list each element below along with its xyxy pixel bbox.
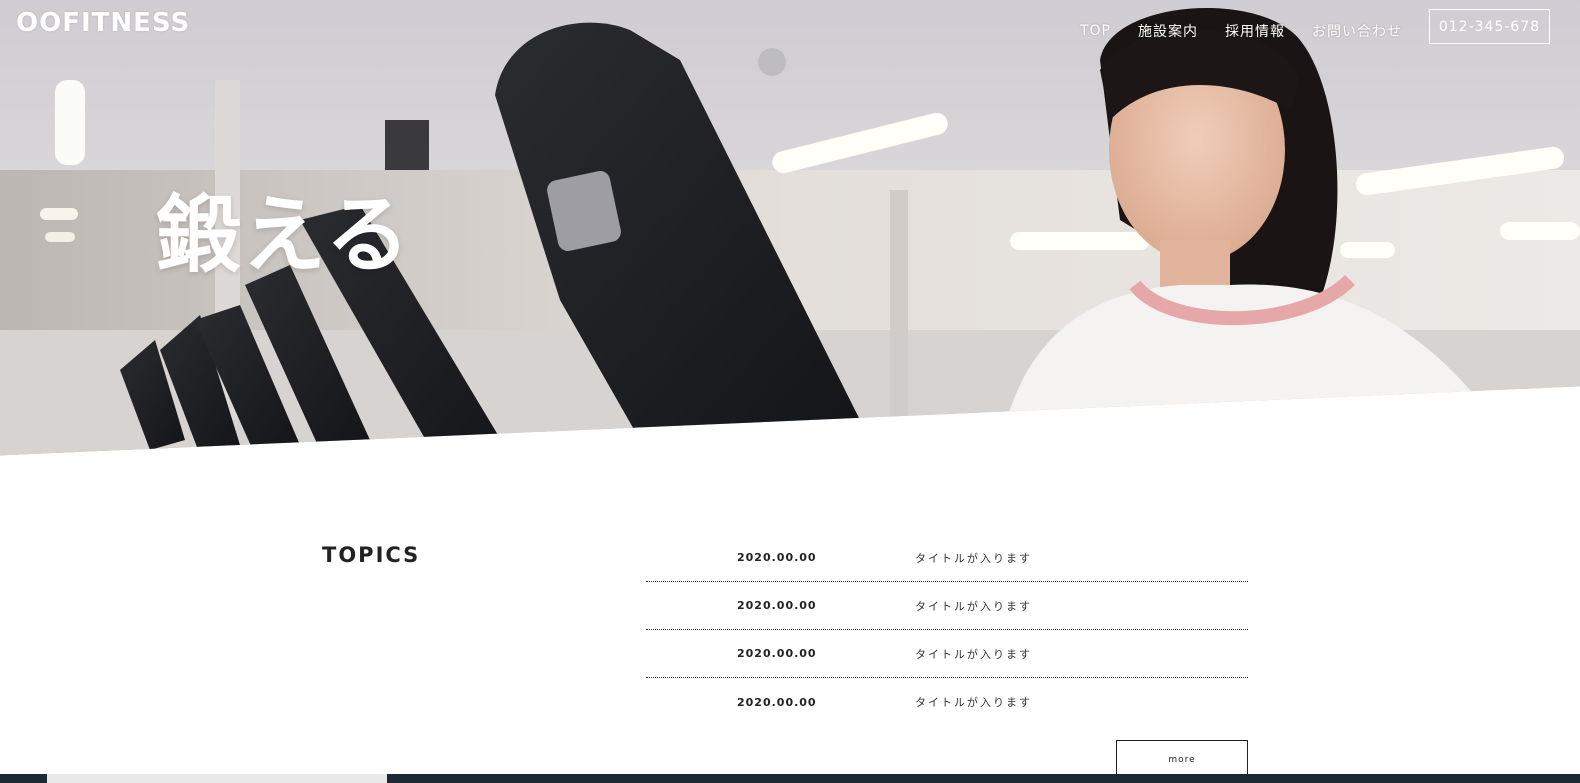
page: OOFITNESS TOP 施設案内 採用情報 お問い合わせ 012-345-6…: [0, 0, 1580, 783]
topics-list: 2020.00.00 タイトルが入ります 2020.00.00 タイトルが入りま…: [646, 534, 1248, 726]
topic-date: 2020.00.00: [737, 551, 817, 564]
hero-section: OOFITNESS TOP 施設案内 採用情報 お問い合わせ 012-345-6…: [0, 0, 1580, 456]
hero-catchcopy: 鍛える: [156, 186, 412, 284]
topic-title: タイトルが入ります: [915, 696, 1032, 709]
global-nav: TOP 施設案内 採用情報 お問い合わせ 012-345-678: [1080, 9, 1550, 44]
next-section-edge: [0, 774, 1580, 783]
topic-date: 2020.00.00: [737, 695, 817, 709]
topic-title: タイトルが入ります: [915, 551, 1032, 565]
topic-date: 2020.00.00: [737, 599, 817, 612]
topic-date: 2020.00.00: [737, 647, 817, 660]
topic-title: タイトルが入ります: [915, 647, 1032, 661]
topic-title: タイトルが入ります: [915, 599, 1032, 613]
topic-item[interactable]: 2020.00.00 タイトルが入ります: [646, 678, 1248, 726]
topic-item[interactable]: 2020.00.00 タイトルが入ります: [646, 534, 1248, 582]
nav-contact[interactable]: お問い合わせ: [1312, 21, 1402, 41]
next-section-image-edge: [47, 774, 387, 783]
topic-item[interactable]: 2020.00.00 タイトルが入ります: [646, 630, 1248, 678]
nav-facilities[interactable]: 施設案内: [1138, 21, 1198, 41]
tel-button[interactable]: 012-345-678: [1429, 9, 1550, 44]
topics-heading: TOPICS: [322, 543, 421, 567]
topic-item[interactable]: 2020.00.00 タイトルが入ります: [646, 582, 1248, 630]
nav-recruit[interactable]: 採用情報: [1225, 21, 1285, 41]
nav-top[interactable]: TOP: [1080, 23, 1111, 39]
site-logo[interactable]: OOFITNESS: [16, 8, 190, 38]
